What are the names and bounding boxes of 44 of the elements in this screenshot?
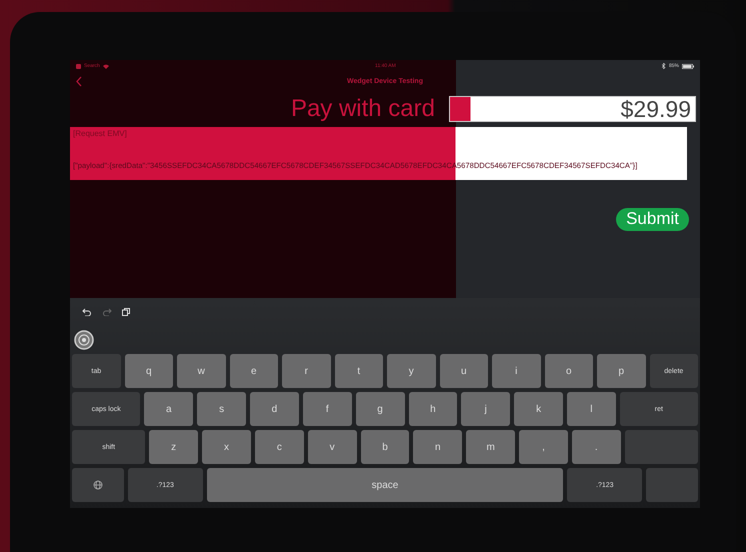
- letter-key[interactable]: k: [514, 392, 563, 426]
- paste-icon[interactable]: [122, 308, 130, 316]
- letter-key[interactable]: p: [597, 354, 646, 388]
- letter-key[interactable]: n: [413, 430, 462, 464]
- letter-key[interactable]: l: [566, 392, 616, 426]
- pay-label: Pay with card: [290, 95, 435, 123]
- letter-key[interactable]: e: [230, 354, 278, 388]
- app-icon: [76, 64, 81, 68]
- letter-key[interactable]: s: [197, 392, 246, 426]
- undo-icon[interactable]: [82, 308, 92, 316]
- letter-key[interactable]: h: [408, 392, 458, 426]
- letter-key[interactable]: d: [250, 392, 299, 426]
- letter-key[interactable]: v: [308, 430, 357, 464]
- battery-icon: [682, 64, 694, 68]
- amount-field[interactable]: $29.99: [449, 96, 696, 122]
- wifi-icon: [102, 64, 109, 68]
- globe-key[interactable]: [72, 468, 124, 502]
- globe-icon: [92, 480, 103, 490]
- submit-button[interactable]: Submit: [616, 208, 689, 231]
- request-title: [Request EMV]: [73, 129, 128, 138]
- letter-key[interactable]: g: [356, 392, 404, 426]
- back-chevron-icon[interactable]: [76, 76, 82, 86]
- redo-icon[interactable]: [102, 308, 112, 316]
- letter-key[interactable]: x: [202, 430, 251, 464]
- letter-key[interactable]: o: [544, 354, 593, 388]
- letter-key[interactable]: f: [302, 392, 352, 426]
- letter-key[interactable]: t: [334, 354, 383, 388]
- letter-key[interactable]: m: [466, 430, 516, 464]
- letter-key[interactable]: z: [149, 430, 198, 464]
- bluetooth-icon: [662, 63, 666, 69]
- letter-key[interactable]: i: [492, 354, 540, 388]
- letter-key[interactable]: a: [144, 392, 194, 426]
- letter-key[interactable]: r: [282, 354, 330, 388]
- letter-key[interactable]: ,: [519, 430, 568, 464]
- letter-key[interactable]: .: [572, 430, 621, 464]
- letter-key[interactable]: y: [387, 354, 436, 388]
- space-key[interactable]: space: [206, 468, 564, 502]
- letter-key[interactable]: c: [254, 430, 304, 464]
- letter-key[interactable]: b: [360, 430, 410, 464]
- letter-key[interactable]: j: [461, 392, 510, 426]
- dictation-icon[interactable]: [74, 330, 94, 350]
- letter-key[interactable]: w: [177, 354, 226, 388]
- letter-key[interactable]: q: [124, 354, 173, 388]
- letter-key[interactable]: u: [440, 354, 488, 388]
